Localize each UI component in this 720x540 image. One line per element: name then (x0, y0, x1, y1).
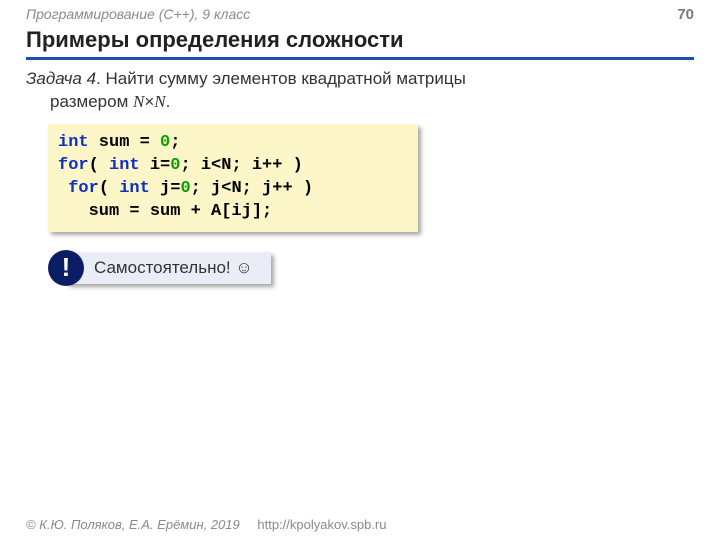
task-line1: Задача 4. Найти сумму элементов квадратн… (26, 68, 694, 91)
num-0-3: 0 (180, 179, 190, 198)
code-l3c: ; j<N; j++ ) (191, 179, 313, 198)
task-body1: . Найти сумму элементов квадратной матри… (96, 69, 466, 88)
kw-for-2: for (68, 179, 99, 198)
dim-n1: N (133, 92, 144, 111)
num-0-2: 0 (170, 156, 180, 175)
code-l2c: ; i<N; i++ ) (180, 156, 302, 175)
slide-title: Примеры определения сложности (26, 27, 694, 60)
task-suffix: . (166, 92, 171, 111)
slide: Программирование (C++), 9 класс 70 Приме… (0, 0, 720, 540)
code-l4: sum = sum + A[ij]; (58, 202, 272, 221)
footer-url: http://kpolyakov.spb.ru (257, 517, 386, 532)
dim-n2: N (154, 92, 165, 111)
code-l1b: ; (170, 133, 180, 152)
page-number: 70 (677, 6, 694, 23)
kw-int-2: int (109, 156, 140, 175)
header-top: Программирование (C++), 9 класс 70 (26, 6, 694, 23)
num-0-1: 0 (160, 133, 170, 152)
callout: ! Самостоятельно! ☺ (66, 252, 271, 284)
task-text: Задача 4. Найти сумму элементов квадратн… (26, 68, 694, 114)
kw-int-1: int (58, 133, 89, 152)
code-l3a: ( (99, 179, 119, 198)
code-l3b: j= (150, 179, 181, 198)
kw-for-1: for (58, 156, 89, 175)
code-block: int sum = 0; for( int i=0; i<N; i++ ) fo… (48, 124, 418, 232)
code-l1a: sum = (89, 133, 160, 152)
kw-int-3: int (119, 179, 150, 198)
task-head: Задача 4 (26, 69, 96, 88)
attention-badge-icon: ! (48, 250, 84, 286)
code-l2a: ( (89, 156, 109, 175)
task-line2: размером N×N. (50, 91, 694, 114)
code-l3pad (58, 179, 68, 198)
callout-text: Самостоятельно! ☺ (66, 252, 271, 284)
course-name: Программирование (C++), 9 класс (26, 6, 250, 22)
dim-x: × (144, 92, 154, 111)
footer: © К.Ю. Поляков, Е.А. Ерёмин, 2019 http:/… (26, 517, 386, 532)
copyright: © К.Ю. Поляков, Е.А. Ерёмин, 2019 (26, 517, 240, 532)
code-l2b: i= (140, 156, 171, 175)
task-prefix: размером (50, 92, 133, 111)
